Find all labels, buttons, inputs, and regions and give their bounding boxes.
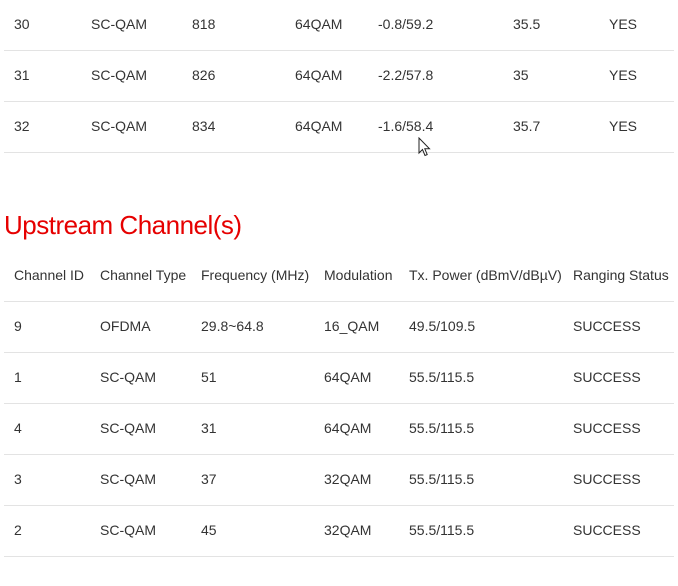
table-cell: 32QAM [324, 471, 372, 487]
table-cell: SUCCESS [573, 369, 641, 385]
table-cell: 2 [14, 522, 22, 538]
table-cell: 3 [14, 471, 22, 487]
table-cell: 29.8~64.8 [201, 318, 264, 334]
table-cell: 55.5/115.5 [409, 471, 475, 487]
upstream-table: Channel ID Channel Type Frequency (MHz) … [4, 251, 674, 557]
table-row: 9 OFDMA 29.8~64.8 16_QAM 49.5/109.5 SUCCESS [4, 302, 674, 353]
table-cell: SUCCESS [573, 420, 641, 436]
table-cell: SUCCESS [573, 318, 641, 334]
table-header-row: Channel ID Channel Type Frequency (MHz) … [4, 251, 674, 302]
table-cell: 55.5/115.5 [409, 420, 475, 436]
header-tx-power: Tx. Power (dBmV/dBµV) [409, 267, 562, 283]
table-cell: 818 [192, 16, 216, 32]
table-cell: 16_QAM [324, 318, 380, 334]
table-cell: 51 [201, 369, 217, 385]
table-row: 30 SC-QAM 818 64QAM -0.8/59.2 35.5 YES [4, 0, 674, 51]
table-cell: 37 [201, 471, 217, 487]
table-row: 4 SC-QAM 31 64QAM 55.5/115.5 SUCCESS [4, 404, 674, 455]
table-cell: 55.5/115.5 [409, 522, 475, 538]
table-cell: 32QAM [324, 522, 372, 538]
table-row: 2 SC-QAM 45 32QAM 55.5/115.5 SUCCESS [4, 506, 674, 557]
header-ranging-status: Ranging Status [573, 267, 669, 283]
table-cell: 4 [14, 420, 22, 436]
table-cell: 64QAM [324, 420, 372, 436]
table-cell: -0.8/59.2 [378, 16, 434, 32]
table-row: 3 SC-QAM 37 32QAM 55.5/115.5 SUCCESS [4, 455, 674, 506]
table-cell: YES [609, 16, 638, 32]
table-cell: 64QAM [295, 67, 343, 83]
table-cell: 64QAM [324, 369, 372, 385]
mouse-pointer-icon [418, 137, 431, 157]
header-frequency: Frequency (MHz) [201, 267, 310, 283]
table-cell: 35.5 [513, 16, 541, 32]
table-cell: 64QAM [295, 16, 343, 32]
table-cell: 30 [14, 16, 30, 32]
table-cell: SC-QAM [100, 522, 156, 538]
downstream-table: 30 SC-QAM 818 64QAM -0.8/59.2 35.5 YES 31 SC-QAM… [4, 0, 674, 153]
table-cell: SC-QAM [91, 67, 147, 83]
table-cell: SC-QAM [100, 420, 156, 436]
table-cell: 45 [201, 522, 217, 538]
table-cell: 31 [201, 420, 217, 436]
table-cell: OFDMA [100, 318, 151, 334]
table-cell: SUCCESS [573, 522, 641, 538]
header-channel-type: Channel Type [100, 267, 187, 283]
upstream-section-title: Upstream Channel(s) [4, 210, 242, 240]
table-cell: 32 [14, 118, 30, 134]
table-cell: 64QAM [295, 118, 343, 134]
table-cell: 826 [192, 67, 216, 83]
table-cell: 9 [14, 318, 22, 334]
table-cell: 31 [14, 67, 30, 83]
table-cell: 55.5/115.5 [409, 369, 475, 385]
table-cell: YES [609, 67, 638, 83]
table-cell: SC-QAM [91, 118, 147, 134]
table-row: 1 SC-QAM 51 64QAM 55.5/115.5 SUCCESS [4, 353, 674, 404]
table-row: 31 SC-QAM 826 64QAM -2.2/57.8 35 YES [4, 51, 674, 102]
table-cell: 834 [192, 118, 216, 134]
table-cell: 49.5/109.5 [409, 318, 476, 334]
table-cell: SC-QAM [91, 16, 147, 32]
table-cell: -2.2/57.8 [378, 67, 434, 83]
table-cell: 1 [14, 369, 22, 385]
table-row: 32 SC-QAM 834 64QAM -1.6/58.4 35.7 YES [4, 102, 674, 153]
table-cell: YES [609, 118, 638, 134]
header-channel-id: Channel ID [14, 267, 85, 283]
table-cell: SC-QAM [100, 471, 156, 487]
table-cell: 35.7 [513, 118, 541, 134]
table-cell: SUCCESS [573, 471, 641, 487]
table-cell: 35 [513, 67, 529, 83]
header-modulation: Modulation [324, 267, 393, 283]
table-cell: SC-QAM [100, 369, 156, 385]
